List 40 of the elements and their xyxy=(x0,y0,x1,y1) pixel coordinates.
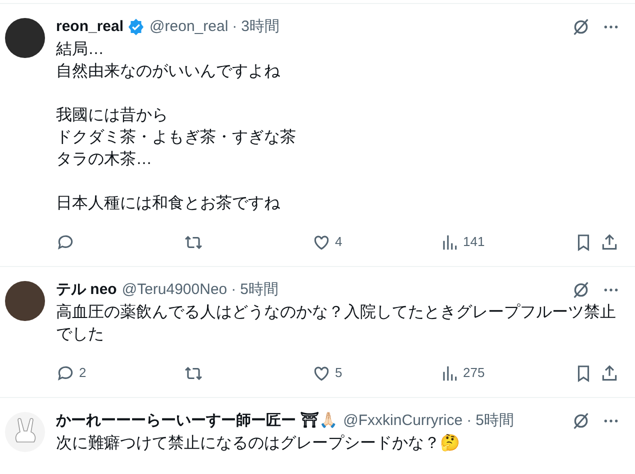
slashed-circle-icon[interactable] xyxy=(571,280,591,300)
bar-chart-icon[interactable] xyxy=(440,364,459,382)
views-count: 275 xyxy=(463,364,485,382)
timestamp[interactable]: 3時間 xyxy=(241,16,280,38)
display-name[interactable]: reon_real xyxy=(56,16,124,38)
separator-dot: · xyxy=(466,410,472,431)
timestamp[interactable]: 5時間 xyxy=(240,278,278,302)
separator-dot: · xyxy=(232,16,238,37)
like-count: 5 xyxy=(335,364,342,382)
handle[interactable]: @Teru4900Neo xyxy=(122,278,228,302)
rabbit-avatar[interactable] xyxy=(5,412,45,452)
verified-badge-icon xyxy=(126,18,145,36)
display-name[interactable]: かーれーーーらーいーすー師ー匠ー ⛩🙏🏻 xyxy=(56,410,338,432)
timestamp[interactable]: 5時間 xyxy=(476,410,514,432)
bar-chart-icon[interactable] xyxy=(440,232,459,252)
post-text: 日本人種には和食とお茶ですね xyxy=(56,194,281,214)
post-text: 自然由来なのがいいんですよね xyxy=(56,62,281,82)
post-text: 次に難癖つけて禁止になるのはグレープシードかな？🤔 xyxy=(56,433,461,454)
post-text: 高血圧の薬飲んでる人はどうなのかな？入院してたときグレープフルーツ禁止でした xyxy=(56,302,617,345)
reply-icon[interactable] xyxy=(56,232,75,252)
post-text: 結局… xyxy=(56,40,105,60)
heart-icon[interactable] xyxy=(312,232,331,252)
slashed-circle-icon[interactable] xyxy=(571,411,591,431)
slashed-circle-icon[interactable] xyxy=(571,17,591,37)
separator-dot: · xyxy=(231,280,236,300)
views-count: 141 xyxy=(463,233,485,252)
handle[interactable]: @reon_real xyxy=(150,16,228,38)
display-name[interactable]: テル neo xyxy=(56,278,117,302)
post-text: 我國には昔から xyxy=(56,106,169,126)
post-text: ドクダミ茶・よもぎ茶・すぎな茶 xyxy=(56,128,297,148)
share-icon[interactable] xyxy=(600,232,619,252)
avatar[interactable] xyxy=(5,281,45,321)
avatar[interactable] xyxy=(5,18,45,58)
like-count: 4 xyxy=(335,233,342,252)
share-icon[interactable] xyxy=(600,364,619,382)
reply-count: 2 xyxy=(79,364,86,382)
post-text: タラの木茶… xyxy=(56,150,153,170)
reply-icon[interactable] xyxy=(56,364,75,382)
heart-icon[interactable] xyxy=(312,364,331,382)
handle[interactable]: @FxxkinCurryrice xyxy=(343,410,463,432)
